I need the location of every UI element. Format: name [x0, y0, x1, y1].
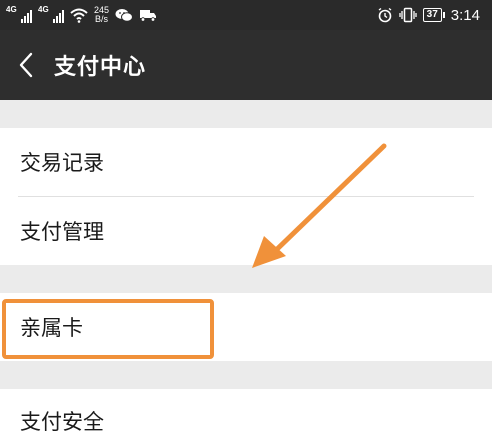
- header: 支付中心: [0, 30, 492, 100]
- page-title: 支付中心: [54, 55, 147, 80]
- signal-icon-sim2: 4G: [38, 6, 64, 24]
- menu-item-label: 亲属卡: [20, 316, 83, 340]
- wechat-icon: [115, 9, 134, 22]
- menu-item-payment-management[interactable]: 支付管理: [0, 197, 492, 265]
- status-bar-left: 4G 4G 245 B/s: [6, 0, 157, 30]
- clock: 3:14: [450, 6, 480, 24]
- vibrate-icon: [399, 7, 417, 23]
- chevron-left-icon: [19, 52, 33, 78]
- status-bar: 4G 4G 245 B/s 37 3:14: [0, 0, 492, 30]
- network-type-sim1: 4G: [6, 5, 17, 14]
- menu-item-label: 支付管理: [20, 220, 104, 244]
- status-bar-right: 37 3:14: [377, 0, 480, 30]
- menu-item-transaction-records[interactable]: 交易记录: [0, 128, 492, 196]
- menu-group-1: 交易记录 支付管理: [0, 128, 492, 265]
- network-speed-unit: B/s: [95, 14, 109, 24]
- menu-item-label: 支付安全: [20, 410, 104, 434]
- menu-item-family-card[interactable]: 亲属卡: [0, 293, 492, 361]
- alarm-icon: [378, 7, 392, 23]
- battery-icon: 37: [422, 8, 445, 22]
- menu-item-payment-security[interactable]: 支付安全: [0, 389, 492, 440]
- menu-group-2: 亲属卡: [0, 293, 492, 361]
- wifi-icon: [70, 8, 88, 23]
- back-button[interactable]: [4, 30, 48, 100]
- battery-level: 37: [422, 8, 442, 22]
- network-speed: 245 B/s: [94, 6, 109, 24]
- menu-group-3: 支付安全: [0, 389, 492, 440]
- menu-item-label: 交易记录: [20, 151, 104, 175]
- signal-icon-sim1: 4G: [6, 6, 32, 24]
- truck-icon: [140, 10, 157, 22]
- network-type-sim2: 4G: [38, 5, 49, 14]
